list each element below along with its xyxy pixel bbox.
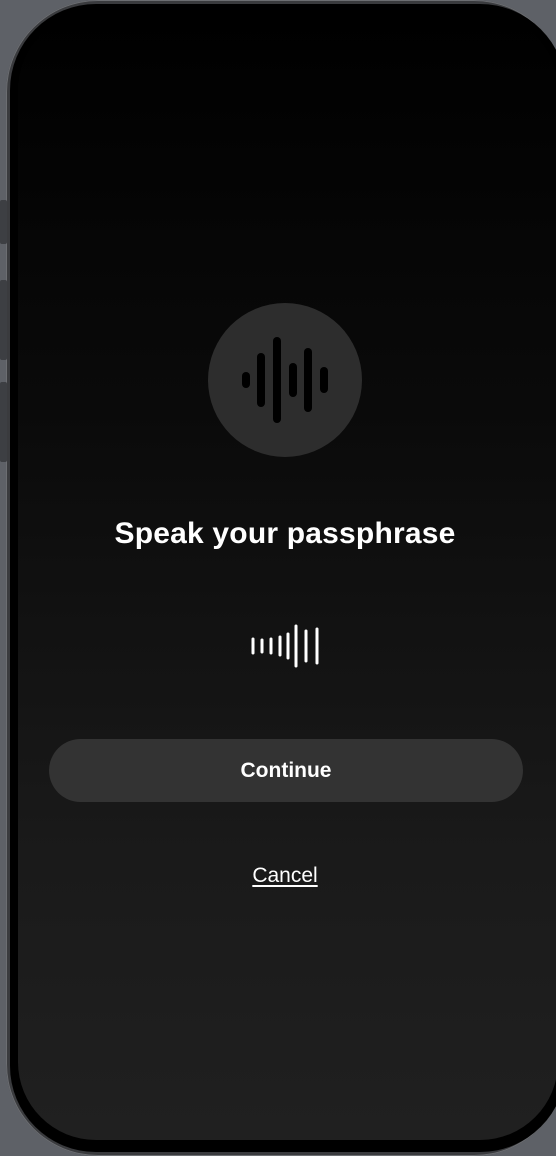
volume-down-button xyxy=(0,382,7,462)
screen xyxy=(18,12,556,1140)
action-button xyxy=(0,200,7,244)
page-title: Speak your passphrase xyxy=(114,517,456,550)
voice-icon-circle xyxy=(208,303,362,457)
volume-up-button xyxy=(0,280,7,360)
continue-button[interactable]: Continue xyxy=(49,739,523,802)
audio-level-meter xyxy=(251,624,319,668)
cancel-link[interactable]: Cancel xyxy=(0,864,556,888)
waveform-icon xyxy=(242,337,328,423)
